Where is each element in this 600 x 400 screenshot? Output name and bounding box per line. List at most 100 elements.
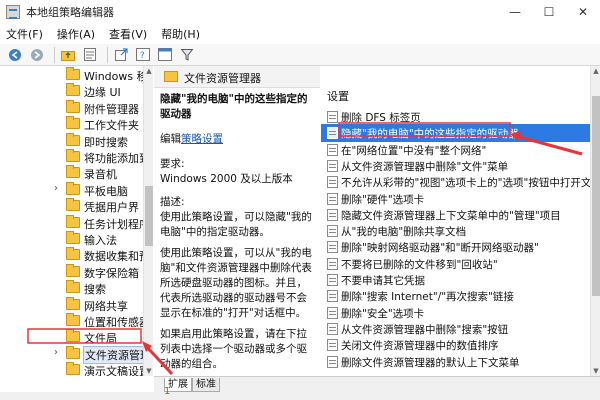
scroll-down-arrow-icon[interactable]: ▼ xyxy=(591,366,600,376)
tree-item[interactable]: 网络共享 xyxy=(0,296,152,314)
menu-view[interactable]: 查看(V) xyxy=(109,26,147,42)
forward-arrow-icon[interactable] xyxy=(28,46,46,64)
folder-icon xyxy=(164,71,178,82)
tree-item[interactable]: 即时搜索 xyxy=(0,132,152,150)
policy-setting-row[interactable]: 不要申请其它凭据 xyxy=(321,271,590,289)
policy-setting-icon xyxy=(327,143,338,156)
policy-setting-row[interactable]: 在"网络位置"中没有"整个网络" xyxy=(321,141,590,159)
policy-name: 隐藏"我的电脑"中的这些指定的驱动器 xyxy=(160,93,308,120)
policy-setting-row[interactable]: 隐藏文件资源管理器上下文菜单中的"管理"项目 xyxy=(321,206,590,224)
expand-chevron-icon[interactable]: › xyxy=(54,347,58,358)
folder-icon xyxy=(66,116,80,130)
tab-standard[interactable]: 标准 xyxy=(192,378,220,392)
folder-icon xyxy=(66,83,80,97)
folder-icon xyxy=(66,132,80,146)
policy-setting-icon xyxy=(327,127,338,140)
folder-icon xyxy=(66,99,80,113)
policy-setting-icon xyxy=(327,208,338,221)
policy-setting-label: 在"网络位置"中没有"整个网络" xyxy=(341,144,487,157)
tree-item[interactable]: 凭据用户界 xyxy=(0,197,152,215)
tree-item[interactable]: › 平板电脑 xyxy=(0,181,152,199)
tree-item[interactable]: 边缘 UI xyxy=(0,82,152,100)
gpedit-app-icon xyxy=(6,5,20,19)
policy-setting-row[interactable]: 删除 DFS 标签页 xyxy=(321,108,590,126)
status-bar xyxy=(0,392,600,400)
expand-chevron-icon[interactable]: › xyxy=(54,183,58,194)
console-icon[interactable] xyxy=(156,46,174,64)
menu-action[interactable]: 操作(A) xyxy=(57,26,95,42)
folder-icon xyxy=(66,198,80,212)
policy-setting-row[interactable]: 删除文件资源管理器的默认上下文菜单 xyxy=(321,353,590,371)
filter-icon[interactable] xyxy=(178,46,196,64)
scroll-thumb[interactable] xyxy=(592,96,600,296)
list-scrollbar[interactable]: ▲ ▼ xyxy=(590,66,600,376)
tree-scrollbar[interactable]: ▲ ▼ xyxy=(143,66,153,376)
policy-setting-icon xyxy=(327,111,338,123)
tree-item[interactable]: 位置和传感器 xyxy=(0,312,152,330)
folder-icon xyxy=(66,280,80,294)
minimize-button[interactable]: — xyxy=(498,0,532,24)
export-icon[interactable] xyxy=(112,46,130,64)
help-icon[interactable]: ? xyxy=(134,46,152,64)
policy-setting-row[interactable]: 不允许从彩带的"视图"选项卡上的"选项"按钮中打开文件夹 xyxy=(321,173,590,191)
policy-setting-row[interactable]: 从文件资源管理器中删除"搜索"按钮 xyxy=(321,320,590,338)
policy-tree: Windows 移边缘 UI 附件管理器 工作文件夹 即时搜索 将功能添加到 录音机 › 平板… xyxy=(0,66,153,376)
policy-setting-row[interactable]: 删除"安全"选项卡 xyxy=(321,304,590,322)
tree-item[interactable]: 附件管理器 xyxy=(0,99,152,117)
tree-item[interactable]: 数据收集和预 xyxy=(0,246,152,264)
description-paragraph-1: 使用此策略设置，可以隐藏"我的电脑"中的指定驱动器。 xyxy=(160,211,312,238)
policy-setting-row[interactable]: 隐藏"我的电脑"中的这些指定的驱动器 xyxy=(321,124,590,143)
folder-icon xyxy=(66,214,80,228)
menu-help[interactable]: 帮助(H) xyxy=(161,26,200,42)
description-paragraph-3: 如果启用此策略设置，请在下拉列表中选择一个驱动器或多个驱动器的组合。 xyxy=(160,328,307,370)
tree-item[interactable]: 输入法 xyxy=(0,230,152,248)
tree-item[interactable]: 任务计划程序 xyxy=(0,214,152,232)
menu-file[interactable]: 文件(F) xyxy=(6,26,43,42)
tree-item[interactable]: 将功能添加到 xyxy=(0,148,152,166)
scroll-up-arrow-icon[interactable]: ▲ xyxy=(591,66,600,76)
policy-setting-icon xyxy=(327,225,338,238)
policy-setting-row[interactable]: 删除"映射网络驱动器"和"断开网络驱动器" xyxy=(321,238,590,256)
policy-setting-label: 删除文件资源管理器的默认上下文菜单 xyxy=(341,356,520,369)
policy-setting-label: 隐藏"我的电脑"中的这些指定的驱动器 xyxy=(341,128,519,141)
requirements-label: 要求: xyxy=(160,158,185,170)
tab-extended[interactable]: 扩展 xyxy=(164,378,192,392)
policy-setting-row[interactable]: 不要将已删除的文件移到"回收站" xyxy=(321,255,590,273)
settings-column-header[interactable]: 设置 xyxy=(321,88,590,106)
scroll-down-arrow-icon[interactable]: ▼ xyxy=(144,366,154,376)
policy-setting-icon xyxy=(327,290,338,303)
policy-setting-label: 不允许从彩带的"视图"选项卡上的"选项"按钮中打开文件夹 xyxy=(341,177,590,190)
edit-policy-link[interactable]: 策略设置 xyxy=(181,133,223,145)
folder-icon xyxy=(66,149,80,162)
tree-item[interactable]: 工作文件夹 xyxy=(0,115,152,133)
folder-up-icon[interactable] xyxy=(59,46,77,64)
tree-item[interactable]: 文件局 xyxy=(0,328,152,346)
properties-icon[interactable] xyxy=(81,46,99,64)
scroll-up-arrow-icon[interactable]: ▲ xyxy=(144,66,154,76)
policy-setting-row[interactable]: 关闭文件资源管理器中的数值排序 xyxy=(321,336,590,354)
tree-item[interactable]: 搜索 xyxy=(0,279,152,297)
maximize-button[interactable]: ☐ xyxy=(532,0,566,24)
close-button[interactable]: ✕ xyxy=(566,0,600,24)
policy-setting-label: 删除 DFS 标签页 xyxy=(341,112,421,124)
svg-text:?: ? xyxy=(140,51,145,61)
policy-setting-icon xyxy=(327,176,338,189)
policy-setting-label: 不要将已删除的文件移到"回收站" xyxy=(341,258,498,271)
tree-item[interactable]: 录音机 xyxy=(0,164,152,182)
policy-setting-row[interactable]: 从文件资源管理器中删除"文件"菜单 xyxy=(321,157,590,175)
policy-setting-row[interactable]: 删除"搜索 Internet"/"再次搜索"链接 xyxy=(321,287,590,305)
policy-setting-row[interactable]: 删除"硬件"选项卡 xyxy=(321,190,590,208)
policy-setting-label: 删除"安全"选项卡 xyxy=(341,307,425,320)
folder-icon xyxy=(66,67,80,80)
description-label: 描述: xyxy=(160,196,185,208)
tree-item[interactable]: 数字保险箱 xyxy=(0,263,152,281)
toolbar-separator xyxy=(54,46,55,63)
tree-item[interactable]: › 文件资源管理 xyxy=(0,345,152,364)
folder-icon xyxy=(66,247,80,261)
edit-policy-line: 编辑策略设置 xyxy=(160,132,312,147)
tree-item[interactable]: 演示文稿设置 xyxy=(0,361,152,376)
scroll-thumb[interactable] xyxy=(145,186,153,246)
back-arrow-icon[interactable] xyxy=(6,46,24,64)
tree-item[interactable]: Windows 移 xyxy=(0,66,152,84)
policy-setting-row[interactable]: 从"我的电脑"删除共享文档 xyxy=(321,222,590,240)
